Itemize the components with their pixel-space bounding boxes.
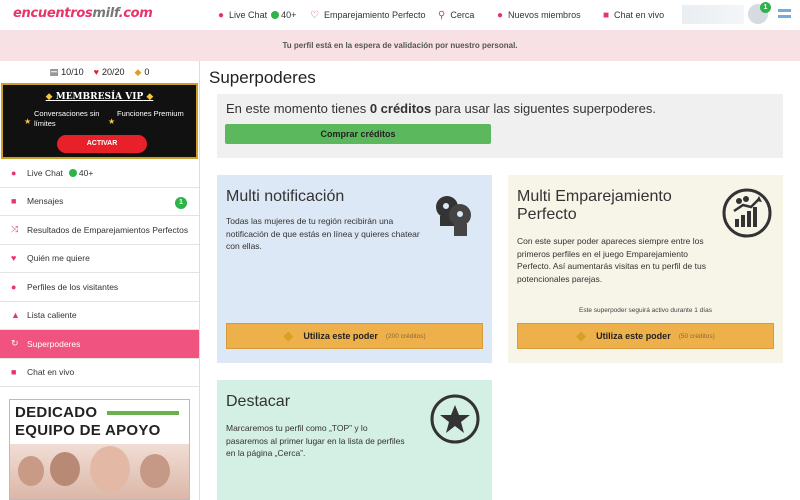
envelope-icon: ■ xyxy=(11,196,17,207)
envelope-icon: ▤ xyxy=(49,66,59,77)
vip-title: ◆ MEMBRESÍA VIP ◆ xyxy=(45,92,154,102)
vip-banner[interactable]: ◆ MEMBRESÍA VIP ◆ ★ Conversaciones sin l… xyxy=(1,83,198,159)
nav-chat-en-vivo[interactable]: ■ Chat en vivo xyxy=(603,0,664,30)
flag-icon[interactable] xyxy=(778,9,791,18)
card-title: Multi notificación xyxy=(226,188,345,205)
refresh-icon: ↻ xyxy=(11,338,19,349)
buy-credits-button[interactable]: Comprar créditos xyxy=(225,124,491,144)
sidebar-item-quien-me-quiere[interactable]: ♥ Quién me quiere xyxy=(0,245,199,273)
use-power-button[interactable]: ◆ Utiliza este poder (50 créditos) xyxy=(517,323,774,349)
card-title: Multi Emparejamiento Perfecto xyxy=(517,188,672,223)
flame-icon: ▲ xyxy=(11,310,20,321)
video-camera-icon: ■ xyxy=(603,9,610,21)
growth-chart-icon xyxy=(722,188,772,238)
support-line-2: EQUIPO DE APOYO xyxy=(15,422,161,439)
card-description: Con este super poder apareces siempre en… xyxy=(517,236,706,284)
support-accent-bar xyxy=(107,411,179,415)
chat-bubbles-icon: ● xyxy=(218,9,225,21)
chat-bubbles-icon: ● xyxy=(11,167,17,178)
use-power-button[interactable]: ◆ Utiliza este poder (200 créditos) xyxy=(226,323,483,349)
star-icon: ★ xyxy=(108,117,116,126)
person-icon: ● xyxy=(11,281,17,292)
card-description: Marcaremos tu perfil como „TOP” y lo pas… xyxy=(226,423,405,458)
sidebar-item-live-chat[interactable]: ● Live Chat 40+ xyxy=(0,159,199,188)
messages-stat: ▤ 10/10 xyxy=(49,66,84,77)
stats-bar: ▤ 10/10 ♥ 20/20 ◆ 0 xyxy=(0,61,199,83)
sidebar: ▤ 10/10 ♥ 20/20 ◆ 0 ◆ MEMBRESÍA VIP ◆ ★ Con… xyxy=(0,61,200,500)
support-banner[interactable]: DEDICADO EQUIPO DE APOYO xyxy=(9,399,190,500)
activate-vip-button[interactable]: ACTIVAR xyxy=(57,135,147,153)
nav-nuevos-miembros[interactable]: ● Nuevos miembros xyxy=(497,0,581,30)
card-destacar: Destacar Marcaremos tu perfil como „TOP”… xyxy=(217,380,492,500)
location-pin-icon: ⚲ xyxy=(438,9,446,21)
diamond-icon: ◆ xyxy=(45,92,53,102)
vip-feature-1: Conversaciones sin límites xyxy=(34,109,100,128)
nav-emparejamiento[interactable]: ♡ Emparejamiento Perfecto xyxy=(310,0,426,30)
username-box[interactable] xyxy=(682,5,744,24)
page-title: Superpoderes xyxy=(209,68,316,87)
sidebar-item-resultados[interactable]: ⤨ Resultados de Emparejamientos Perfecto… xyxy=(0,216,199,245)
messages-badge: 1 xyxy=(175,196,187,209)
site-logo[interactable]: encuentrosmilf.com xyxy=(13,6,153,21)
star-circle-icon xyxy=(430,394,480,444)
card-multi-emparejamiento: Multi Emparejamiento Perfecto Con este s… xyxy=(508,175,783,363)
sidebar-item-chat-en-vivo[interactable]: ■ Chat en vivo xyxy=(0,359,199,387)
coins-icon: ◆ xyxy=(283,328,294,343)
card-description: Todas las mujeres de tu región recibirán… xyxy=(226,216,420,251)
megaphone-heads-icon xyxy=(436,196,471,236)
card-multi-notificacion: Multi notificación Todas las mujeres de … xyxy=(217,175,492,363)
credits-text: En este momento tienes 0 créditos para u… xyxy=(226,101,656,116)
coins-icon: ◆ xyxy=(576,328,587,343)
heart-icon: ♥ xyxy=(93,67,99,77)
nav-live-chat[interactable]: ● Live Chat 40+ xyxy=(218,0,296,30)
card-title: Destacar xyxy=(226,393,291,410)
notification-badge: 1 xyxy=(760,2,771,13)
vip-feature-2: Funciones Premium xyxy=(117,109,184,118)
power-duration-note: Este superpoder seguirá activo durante 1… xyxy=(579,307,712,314)
credits-panel: En este momento tienes 0 créditos para u… xyxy=(217,94,783,158)
shuffle-icon: ⤨ xyxy=(11,224,19,235)
heart-outline-icon: ♡ xyxy=(310,9,319,21)
online-dot xyxy=(68,168,77,177)
sidebar-item-superpoderes[interactable]: ↻ Superpoderes xyxy=(0,330,199,359)
nav-cerca[interactable]: ⚲ Cerca xyxy=(438,0,474,30)
star-icon: ★ xyxy=(24,117,32,126)
sidebar-item-lista-caliente[interactable]: ▲ Lista caliente xyxy=(0,302,199,330)
coins-icon: ◆ xyxy=(134,66,142,77)
video-camera-icon: ■ xyxy=(11,367,17,378)
main-content: Superpoderes En este momento tienes 0 cr… xyxy=(200,61,800,500)
coins-stat: ◆ 0 xyxy=(134,66,150,77)
online-dot xyxy=(271,11,280,19)
likes-stat: ♥ 20/20 xyxy=(93,67,125,77)
support-line-1: DEDICADO xyxy=(15,404,98,421)
validation-alert: Tu perfil está en la espera de validació… xyxy=(0,30,800,61)
person-icon: ● xyxy=(497,9,504,21)
top-bar: encuentrosmilf.com ● Live Chat 40+ ♡ Emp… xyxy=(0,0,800,30)
diamond-icon: ◆ xyxy=(146,92,154,102)
heart-icon: ♥ xyxy=(11,253,17,264)
sidebar-item-visitantes[interactable]: ● Perfiles de los visitantes xyxy=(0,273,199,302)
support-team-photo xyxy=(10,444,189,499)
sidebar-item-mensajes[interactable]: ■ Mensajes 1 xyxy=(0,188,199,216)
